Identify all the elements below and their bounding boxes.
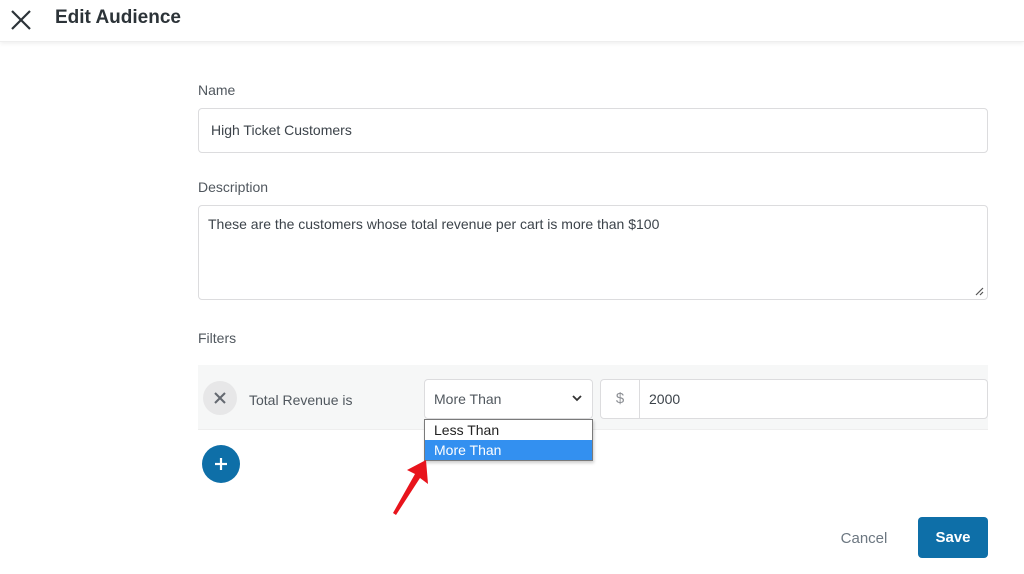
- option-more-than[interactable]: More Than: [425, 440, 592, 460]
- filters-label: Filters: [198, 330, 237, 346]
- operator-dropdown-list: Less Than More Than: [424, 419, 593, 461]
- save-button[interactable]: Save: [918, 517, 988, 558]
- plus-icon: [215, 458, 227, 470]
- description-text: These are the customers whose total reve…: [208, 216, 660, 232]
- currency-prefix: $: [600, 379, 640, 419]
- name-label: Name: [198, 82, 236, 98]
- annotation-arrow-icon: [393, 460, 428, 515]
- close-button[interactable]: [8, 7, 34, 33]
- description-label: Description: [198, 179, 269, 195]
- close-icon: [11, 10, 31, 30]
- resize-handle-icon[interactable]: [974, 286, 984, 296]
- filter-row: Total Revenue is More Than $ 2000: [198, 365, 988, 430]
- chevron-down-icon: [572, 395, 582, 402]
- operator-selected-value: More Than: [434, 391, 502, 407]
- operator-select[interactable]: More Than: [424, 379, 593, 419]
- page-title: Edit Audience: [55, 7, 181, 28]
- option-less-than[interactable]: Less Than: [425, 420, 592, 440]
- close-icon: [214, 392, 226, 404]
- amount-input[interactable]: 2000: [639, 379, 988, 419]
- filter-field-label: Total Revenue is: [249, 392, 353, 408]
- header-bar: Edit Audience: [0, 0, 1024, 42]
- add-filter-button[interactable]: [202, 445, 240, 483]
- remove-filter-button[interactable]: [203, 381, 237, 415]
- name-input[interactable]: High Ticket Customers: [198, 108, 988, 153]
- cancel-button[interactable]: Cancel: [830, 520, 898, 558]
- description-textarea[interactable]: These are the customers whose total reve…: [198, 205, 988, 300]
